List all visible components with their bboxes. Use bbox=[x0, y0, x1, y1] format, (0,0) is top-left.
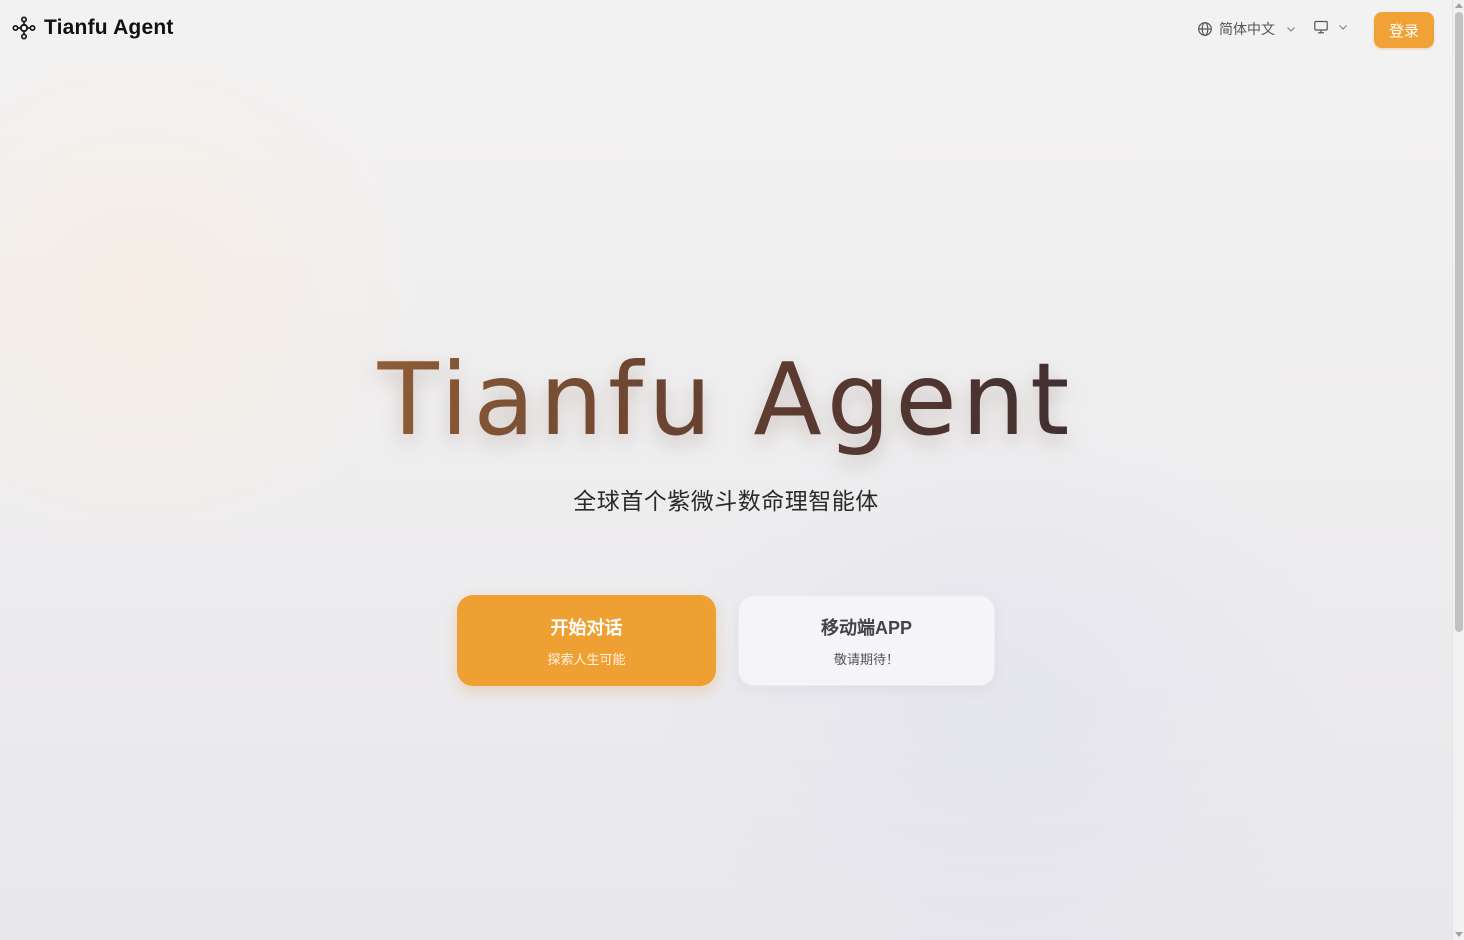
display-mode-switcher[interactable] bbox=[1313, 19, 1349, 35]
login-button[interactable]: 登录 bbox=[1374, 12, 1434, 48]
scrollbar-thumb[interactable] bbox=[1455, 12, 1463, 632]
mobile-app-button[interactable]: 移动端APP 敬请期待！ bbox=[738, 595, 995, 686]
language-switcher[interactable]: 简体中文 bbox=[1197, 19, 1297, 39]
scroll-up-arrow-icon[interactable] bbox=[1455, 3, 1463, 8]
vertical-scrollbar[interactable] bbox=[1452, 0, 1464, 940]
start-chat-button[interactable]: 开始对话 探索人生可能 bbox=[457, 595, 716, 686]
globe-icon bbox=[1198, 22, 1212, 36]
page: Tianfu Agent 简体中文 登录 Tianfu Agent 全球首个紫微… bbox=[0, 0, 1464, 940]
top-bar: Tianfu Agent 简体中文 登录 bbox=[0, 0, 1452, 60]
monitor-icon bbox=[1314, 20, 1328, 34]
start-chat-subtitle: 探索人生可能 bbox=[547, 651, 626, 667]
mobile-app-title: 移动端APP bbox=[820, 617, 912, 638]
brand[interactable]: Tianfu Agent bbox=[12, 16, 174, 40]
start-chat-title: 开始对话 bbox=[550, 617, 623, 638]
chevron-down-icon bbox=[1287, 27, 1295, 32]
hero-title: Tianfu Agent bbox=[0, 340, 1452, 460]
hero-subtitle: 全球首个紫微斗数命理智能体 bbox=[573, 488, 879, 514]
mobile-app-subtitle: 敬请期待！ bbox=[833, 651, 899, 667]
network-nodes-icon bbox=[12, 16, 36, 40]
brand-name: Tianfu Agent bbox=[44, 16, 174, 39]
language-label: 简体中文 bbox=[1219, 21, 1275, 37]
scroll-down-arrow-icon[interactable] bbox=[1455, 932, 1463, 937]
chevron-down-icon bbox=[1339, 25, 1347, 30]
